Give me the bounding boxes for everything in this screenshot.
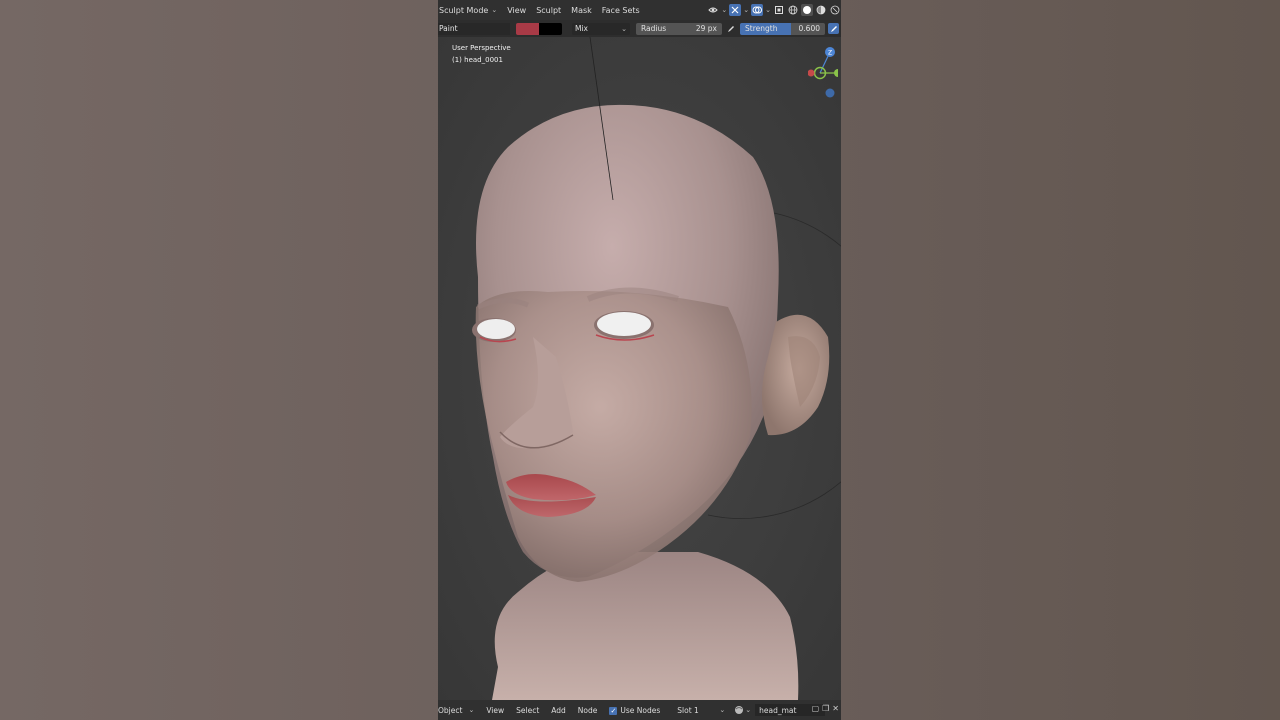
- strength-label: Strength: [745, 24, 778, 33]
- svg-text:Z: Z: [828, 50, 832, 57]
- blend-mode-dropdown[interactable]: Mix ⌄: [572, 22, 630, 35]
- material-sphere-icon: [735, 706, 744, 714]
- strength-slider[interactable]: Strength 0.600: [740, 22, 825, 35]
- menu-mask[interactable]: Mask: [566, 6, 597, 15]
- mode-selector[interactable]: Sculpt Mode ⌄: [438, 6, 502, 15]
- chevron-down-icon[interactable]: ⌄: [721, 6, 727, 14]
- menu-sculpt[interactable]: Sculpt: [531, 6, 566, 15]
- snap-icon[interactable]: [729, 4, 742, 16]
- 3d-viewport[interactable]: User Perspective (1) head_0001 Z: [438, 37, 841, 700]
- material-shading-icon[interactable]: [815, 4, 827, 16]
- menu-face-sets[interactable]: Face Sets: [597, 6, 645, 15]
- solid-shading-icon[interactable]: [801, 4, 813, 16]
- mode-label: Sculpt Mode: [439, 5, 489, 15]
- menu-view[interactable]: View: [502, 6, 531, 15]
- object-label: Object: [438, 705, 463, 715]
- wireframe-shading-icon[interactable]: [787, 4, 799, 16]
- menu-node-node[interactable]: Node: [572, 706, 604, 715]
- checkbox-checked-icon: ✓: [609, 706, 618, 715]
- close-icon[interactable]: ✕: [832, 704, 839, 713]
- viewport-header: Sculpt Mode ⌄ View Sculpt Mask Face Sets…: [438, 0, 841, 20]
- blend-mode-value: Mix: [575, 24, 588, 33]
- fake-user-icon[interactable]: ▢: [812, 704, 820, 713]
- material-browse[interactable]: ⌄: [734, 705, 751, 715]
- brush-selector[interactable]: Paint: [438, 22, 510, 35]
- sculpt-model: [472, 37, 841, 700]
- material-actions: ▢ ❐ ✕: [812, 704, 839, 713]
- chevron-down-icon[interactable]: ⌄: [743, 6, 749, 14]
- radius-label: Radius: [641, 24, 667, 33]
- object-selector[interactable]: Object ⌄: [438, 706, 480, 715]
- overlay-icon[interactable]: [751, 4, 764, 16]
- visibility-icon[interactable]: [707, 4, 719, 16]
- chevron-down-icon: ⌄: [745, 706, 752, 714]
- tool-settings-bar: Paint Mix ⌄ Radius 29 px Strength 0.600: [438, 20, 841, 37]
- primary-color-swatch[interactable]: [516, 22, 539, 35]
- radius-value: 29 px: [695, 24, 717, 33]
- rendered-shading-icon[interactable]: [829, 4, 841, 16]
- chevron-down-icon: ⌄: [468, 706, 475, 714]
- menu-node-view[interactable]: View: [480, 706, 510, 715]
- use-nodes-label: Use Nodes: [620, 705, 661, 715]
- duplicate-icon[interactable]: ❐: [822, 704, 829, 713]
- secondary-color-swatch[interactable]: [539, 22, 562, 35]
- navigation-gizmo[interactable]: Z: [807, 41, 841, 101]
- chevron-down-icon: ⌄: [719, 706, 726, 714]
- chevron-down-icon: ⌄: [621, 24, 627, 33]
- node-editor-header: Object ⌄ View Select Add Node ✓ Use Nodes…: [438, 700, 841, 720]
- chevron-down-icon: ⌄: [491, 6, 498, 14]
- header-right-tools: ⌄ ⌄ ⌄: [707, 3, 841, 17]
- slot-label: Slot 1: [677, 705, 699, 715]
- use-nodes-toggle[interactable]: ✓ Use Nodes: [603, 706, 666, 715]
- brush-name: Paint: [439, 24, 458, 33]
- material-name: head_mat: [759, 705, 797, 715]
- pen-pressure-icon[interactable]: [725, 23, 736, 34]
- menu-node-add[interactable]: Add: [545, 706, 572, 715]
- strength-value: 0.600: [798, 24, 820, 33]
- chevron-down-icon[interactable]: ⌄: [765, 6, 771, 14]
- pen-pressure-icon[interactable]: [828, 23, 839, 34]
- blender-window: Sculpt Mode ⌄ View Sculpt Mask Face Sets…: [438, 0, 841, 720]
- xray-icon[interactable]: [773, 4, 785, 16]
- slot-dropdown[interactable]: Slot 1 ⌄: [674, 706, 728, 715]
- z-negative-icon: [825, 88, 835, 98]
- x-axis-icon: [807, 69, 815, 77]
- radius-slider[interactable]: Radius 29 px: [636, 22, 722, 35]
- menu-node-select[interactable]: Select: [510, 706, 545, 715]
